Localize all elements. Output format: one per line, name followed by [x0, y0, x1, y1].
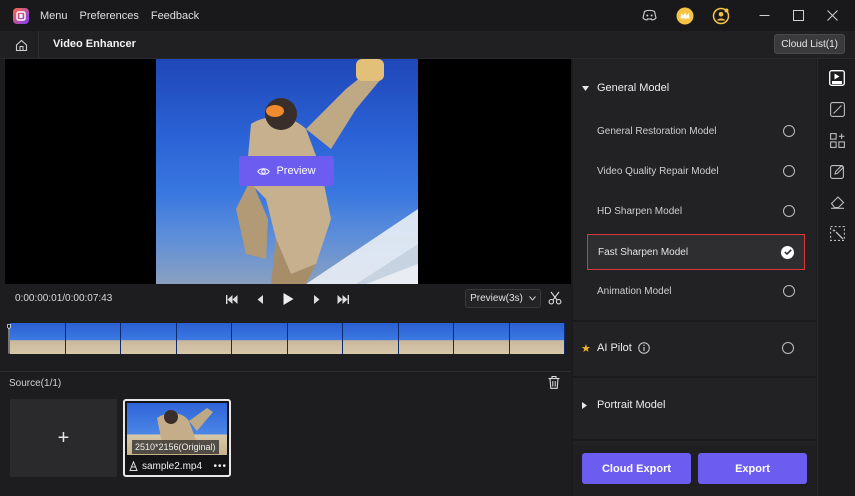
toolbar-divider	[38, 31, 39, 59]
toolbar: Video Enhancer Cloud List(1)	[0, 31, 855, 59]
radio-button[interactable]	[783, 125, 795, 137]
preview-duration-select[interactable]: Preview(3s)	[465, 289, 541, 308]
timeline-frame	[343, 323, 399, 354]
eraser-icon[interactable]	[827, 192, 847, 212]
maximize-icon[interactable]	[781, 0, 815, 31]
timeline-frame	[65, 323, 121, 354]
playback-controls: 0:00:00:01/0:00:07:43 Preview(3s)	[0, 284, 571, 314]
timecode: 0:00:00:01/0:00:07:43	[15, 293, 113, 304]
skip-to-end-icon[interactable]	[336, 292, 350, 306]
close-icon[interactable]	[815, 0, 849, 31]
playhead[interactable]	[7, 317, 11, 361]
ai-pilot-label: AI Pilot	[597, 342, 632, 354]
video-enhancer-icon[interactable]	[827, 68, 847, 88]
radio-button[interactable]	[783, 205, 795, 217]
timeline-frame	[287, 323, 343, 354]
add-media-button[interactable]: +	[10, 399, 117, 477]
timeline[interactable]	[0, 314, 571, 362]
eye-icon	[257, 167, 271, 175]
next-frame-icon[interactable]	[309, 292, 323, 306]
media-item[interactable]: 2510*2156(Original) sample2.mp4 •••	[123, 399, 231, 477]
widgets-icon[interactable]	[827, 130, 847, 150]
ai-pilot-row[interactable]: ★ AI Pilot	[573, 333, 816, 363]
timeline-frame	[232, 323, 288, 354]
timeline-frame	[176, 323, 232, 354]
scissors-icon[interactable]	[548, 291, 562, 308]
skip-to-start-icon[interactable]	[225, 292, 239, 306]
curve-edit-icon[interactable]	[827, 99, 847, 119]
model-label: Fast Sharpen Model	[598, 246, 689, 258]
model-animation[interactable]: Animation Model	[587, 274, 805, 308]
timeline-frame	[10, 323, 66, 354]
discord-icon[interactable]	[637, 4, 661, 28]
source-title: Source(1/1)	[9, 378, 62, 389]
radio-button[interactable]	[783, 285, 795, 297]
menu-preferences[interactable]: Preferences	[80, 10, 139, 22]
tool-rail	[817, 59, 855, 496]
model-label: General Restoration Model	[597, 125, 717, 137]
model-label: HD Sharpen Model	[597, 205, 683, 217]
preview-duration-value: Preview(3s)	[470, 293, 523, 304]
model-label: Video Quality Repair Model	[597, 165, 719, 177]
magic-select-icon[interactable]	[827, 223, 847, 243]
portrait-model-header[interactable]: Portrait Model	[573, 390, 816, 420]
divider	[573, 439, 816, 441]
divider	[573, 376, 816, 378]
export-footer: Cloud Export Export	[573, 445, 816, 496]
frame-strip[interactable]	[10, 323, 565, 354]
more-options-icon[interactable]: •••	[213, 461, 227, 472]
check-icon[interactable]	[781, 245, 794, 259]
caret-right-icon	[582, 401, 587, 409]
app-logo	[13, 7, 29, 24]
caret-down-icon	[582, 85, 589, 91]
timeline-frame	[454, 323, 510, 354]
cloud-export-button[interactable]: Cloud Export	[582, 453, 691, 484]
divider	[573, 320, 816, 322]
model-video-quality-repair[interactable]: Video Quality Repair Model	[587, 154, 805, 188]
previous-frame-icon[interactable]	[253, 292, 267, 306]
portrait-model-label: Portrait Model	[597, 399, 666, 411]
timeline-frame	[398, 323, 454, 354]
preview-button[interactable]: Preview	[239, 156, 334, 186]
play-icon[interactable]	[281, 292, 295, 306]
model-general-restoration[interactable]: General Restoration Model	[587, 114, 805, 148]
radio-button[interactable]	[783, 165, 795, 177]
trash-icon[interactable]	[548, 376, 560, 392]
menu-feedback[interactable]: Feedback	[151, 10, 199, 22]
video-preview: Preview	[5, 59, 571, 284]
chevron-down-icon	[529, 296, 536, 301]
export-button[interactable]: Export	[698, 453, 807, 484]
divider	[0, 371, 571, 372]
cloud-list-button[interactable]: Cloud List(1)	[774, 34, 845, 54]
file-name: sample2.mp4	[142, 460, 203, 472]
home-icon[interactable]	[8, 35, 34, 55]
resolution-badge: 2510*2156(Original)	[132, 440, 219, 454]
editor-area: Preview 0:00:00:01/0:00:07:43 Preview(3s…	[0, 59, 571, 496]
info-icon[interactable]	[638, 342, 650, 354]
menu-menu[interactable]: Menu	[40, 10, 68, 22]
preview-label: Preview	[276, 165, 316, 177]
model-hd-sharpen[interactable]: HD Sharpen Model	[587, 194, 805, 228]
file-info: sample2.mp4 •••	[129, 459, 229, 473]
crown-icon[interactable]	[673, 4, 697, 28]
minimize-icon[interactable]	[747, 0, 781, 31]
page-title: Video Enhancer	[53, 38, 136, 50]
edit-icon[interactable]	[827, 161, 847, 181]
title-bar: Menu Preferences Feedback	[0, 0, 855, 31]
model-panel: General Model General Restoration Model …	[573, 59, 816, 496]
timeline-frame	[121, 323, 177, 354]
plus-icon: +	[57, 426, 70, 449]
file-type-icon	[129, 461, 138, 471]
star-icon: ★	[581, 342, 591, 355]
model-label: Animation Model	[597, 285, 672, 297]
general-model-label: General Model	[597, 82, 670, 94]
model-fast-sharpen[interactable]: Fast Sharpen Model	[587, 234, 805, 270]
account-icon[interactable]	[709, 4, 733, 28]
radio-button[interactable]	[782, 342, 794, 354]
timeline-frame	[509, 323, 565, 354]
general-model-header[interactable]: General Model	[573, 73, 816, 103]
